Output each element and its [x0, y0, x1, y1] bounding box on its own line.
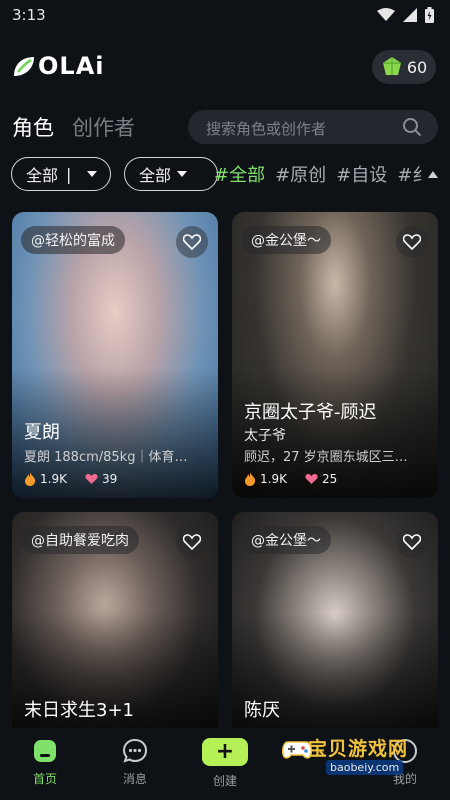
creator-name[interactable]: @金公堡～ [241, 526, 331, 554]
character-card[interactable]: @金公堡～ 京圈太子爷-顾迟 太子爷 顾迟，27 岁京圈东城区三… 1.9K 2… [232, 212, 438, 498]
category-dropdown[interactable]: 全部 | [11, 157, 111, 191]
card-stats: 1.9K 25 [244, 472, 337, 486]
view-count: 1.9K [40, 472, 67, 486]
chat-bubble-icon [122, 738, 148, 763]
card-stats: 1.9K 39 [24, 472, 117, 486]
tag-custom[interactable]: #自设 [336, 161, 387, 187]
heart-outline-icon [183, 534, 201, 550]
view-count: 1.9K [260, 472, 287, 486]
sort-dropdown[interactable]: 全部 [124, 157, 218, 191]
status-bar: 3:13 [0, 0, 450, 30]
creator-name[interactable]: @自助餐爱吃肉 [21, 526, 139, 554]
nav-messages[interactable]: 消息 [90, 738, 180, 787]
plus-icon: + [202, 738, 248, 766]
creator-name[interactable]: @轻松的富成 [21, 226, 125, 254]
watermark: 宝贝游戏网 baobeiy.com [282, 734, 432, 782]
search-icon[interactable] [402, 117, 422, 141]
tab-characters[interactable]: 角色 [12, 112, 54, 142]
character-name: 夏朗 [24, 422, 60, 443]
leaf-logo-icon [14, 57, 34, 76]
favorite-button[interactable] [176, 226, 208, 258]
sort-dropdown-value: 全部 [139, 166, 172, 185]
search-placeholder: 搜索角色或创作者 [206, 120, 327, 138]
character-description: 夏朗 188cm/85kg｜体育… [24, 450, 188, 465]
nav-create[interactable]: + 创建 [180, 738, 270, 789]
gem-icon [382, 57, 401, 75]
character-name: 末日求生3+1 [24, 700, 134, 721]
expand-tags-icon[interactable] [428, 171, 438, 178]
nav-home[interactable]: 首页 [0, 738, 90, 787]
nav-home-label: 首页 [32, 772, 57, 786]
like-count: 39 [101, 472, 118, 486]
character-description: 顾迟，27 岁京圈东城区三… [244, 450, 408, 465]
heart-icon [305, 473, 318, 485]
nav-messages-label: 消息 [122, 772, 147, 786]
tag-all[interactable]: #全部 [214, 161, 265, 187]
creator-name[interactable]: @金公堡～ [241, 226, 331, 254]
tag-list: #全部 #原创 #自设 #纟 [214, 161, 430, 187]
favorite-button[interactable] [396, 526, 428, 558]
dropdown-separator: | [66, 164, 72, 184]
watermark-title: 宝贝游戏网 [308, 738, 409, 760]
fire-icon [245, 472, 256, 486]
filter-row: 全部 | 全部 #全部 #原创 #自设 #纟 [0, 157, 450, 193]
tab-row: 角色 创作者 搜索角色或创作者 [0, 106, 450, 148]
character-name: 京圈太子爷-顾迟 [244, 402, 377, 423]
status-time: 3:13 [12, 6, 46, 24]
character-card[interactable]: @自助餐爱吃肉 末日求生3+1 [12, 512, 218, 742]
app-logo: OLAi [12, 52, 105, 80]
home-icon [34, 740, 56, 762]
gem-balance-button[interactable]: 60 [372, 50, 436, 84]
heart-outline-icon [403, 234, 421, 250]
heart-outline-icon [403, 534, 421, 550]
search-input[interactable]: 搜索角色或创作者 [188, 110, 438, 144]
wifi-icon [377, 8, 395, 22]
tab-creators[interactable]: 创作者 [72, 112, 135, 142]
signal-icon [403, 8, 417, 22]
fire-icon [25, 472, 36, 486]
logo-text: OLAi [38, 52, 105, 80]
heart-icon [85, 473, 98, 485]
character-card[interactable]: @轻松的富成 夏朗 夏朗 188cm/85kg｜体育… 1.9K 39 [12, 212, 218, 498]
like-count: 25 [321, 472, 338, 486]
heart-outline-icon [183, 234, 201, 250]
favorite-button[interactable] [176, 526, 208, 558]
character-card[interactable]: @金公堡～ 陈厌 [232, 512, 438, 742]
character-tag: 太子爷 [244, 428, 286, 444]
chevron-down-icon [177, 171, 188, 177]
gem-count: 60 [406, 57, 428, 77]
nav-create-label: 创建 [212, 774, 237, 788]
character-name: 陈厌 [244, 700, 280, 721]
chevron-down-icon [87, 171, 98, 177]
tag-original[interactable]: #原创 [275, 161, 326, 187]
tag-more[interactable]: #纟 [397, 161, 430, 187]
favorite-button[interactable] [396, 226, 428, 258]
watermark-url: baobeiy.com [326, 760, 404, 775]
category-dropdown-value: 全部 [26, 166, 59, 185]
app-header: OLAi 60 [0, 42, 450, 94]
battery-icon [425, 7, 434, 23]
status-icons [377, 7, 434, 23]
